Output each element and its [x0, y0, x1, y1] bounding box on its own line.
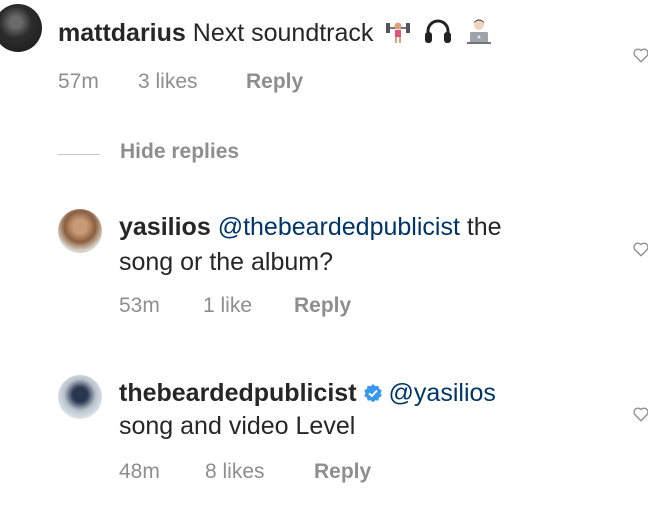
- comment-text: mattdarius Next soundtrack: [58, 17, 494, 53]
- comment-time: 57m: [58, 70, 99, 93]
- reply-text-line2: song and video Level: [119, 412, 356, 440]
- heart-icon[interactable]: [632, 46, 648, 64]
- comment-meta: 57m 3 likes Reply: [58, 70, 358, 96]
- divider-line: [58, 154, 100, 155]
- weightlifter-emoji: [384, 17, 412, 53]
- reply-button[interactable]: Reply: [314, 460, 371, 484]
- username-yasilios[interactable]: yasilios: [119, 213, 211, 241]
- username-mattdarius[interactable]: mattdarius: [58, 19, 186, 47]
- reply-text-line1: yasilios @thebeardedpublicist the: [119, 211, 502, 243]
- username-thebeardedpublicist[interactable]: thebeardedpublicist: [119, 379, 357, 407]
- reply-likes[interactable]: 8 likes: [205, 460, 265, 484]
- reply-button[interactable]: Reply: [246, 70, 303, 94]
- reply-meta: 53m 1 like Reply: [119, 294, 419, 320]
- heart-icon[interactable]: [632, 240, 648, 258]
- reply-meta: 48m 8 likes Reply: [119, 460, 419, 486]
- avatar-yasilios[interactable]: [58, 209, 102, 253]
- reply-likes[interactable]: 1 like: [203, 294, 252, 318]
- mention-link[interactable]: @thebeardedpublicist: [218, 213, 460, 241]
- reply-button[interactable]: Reply: [294, 294, 351, 318]
- reply-text-line1: thebeardedpublicist @yasilios: [119, 377, 496, 411]
- heart-icon[interactable]: [632, 405, 648, 423]
- headphones-emoji: [423, 17, 453, 53]
- hide-replies-label[interactable]: Hide replies: [120, 140, 239, 164]
- technologist-emoji: [464, 17, 494, 53]
- reply-text-line2: song or the album?: [119, 248, 334, 276]
- avatar-thebeardedpublicist[interactable]: [58, 375, 102, 419]
- reply-body-rest: the: [459, 213, 502, 241]
- verified-badge-icon: [363, 379, 383, 411]
- mention-link[interactable]: @yasilios: [389, 379, 496, 407]
- comment-likes[interactable]: 3 likes: [138, 70, 198, 94]
- reply-time: 53m: [119, 294, 160, 317]
- comment-body: Next soundtrack: [192, 19, 374, 47]
- avatar-mattdarius[interactable]: [0, 4, 42, 52]
- reply-time: 48m: [119, 460, 160, 483]
